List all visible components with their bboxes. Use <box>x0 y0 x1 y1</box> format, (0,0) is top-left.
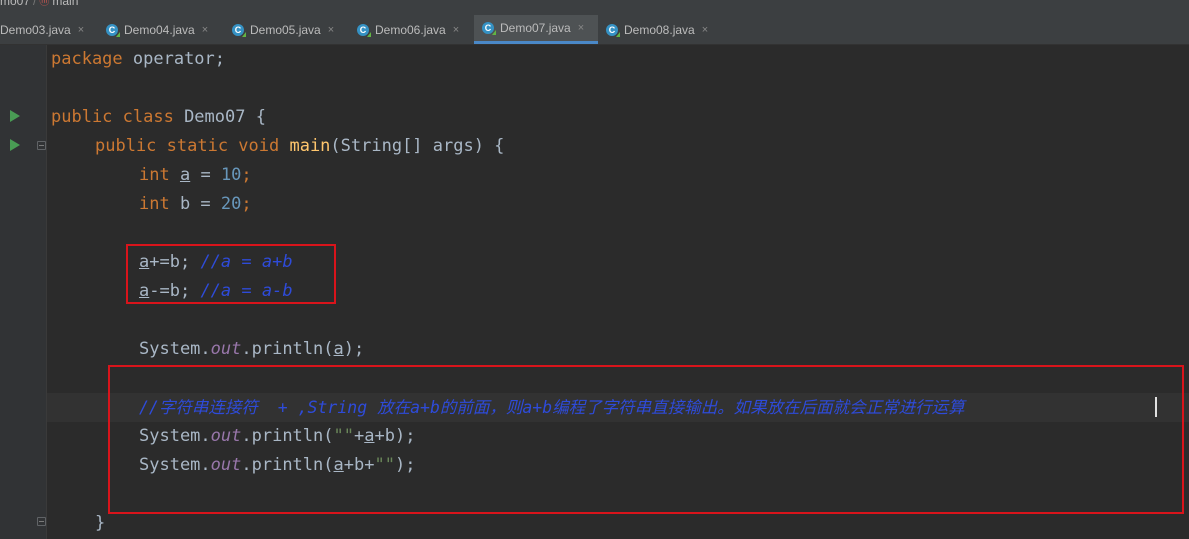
tab-demo05[interactable]: C Demo05.java × <box>224 15 349 44</box>
tab-label: Demo05.java <box>250 22 321 37</box>
code-line-11: System.out.println(a); <box>139 339 365 359</box>
breadcrumb-separator: / <box>33 0 37 8</box>
class-c-icon: C <box>357 23 371 37</box>
close-icon[interactable]: × <box>702 24 708 36</box>
class-c-icon: C <box>106 23 120 37</box>
code-line-5: int a = 10; <box>139 165 252 185</box>
code-line-17: } <box>95 513 106 533</box>
annotation-box-compound-assignment <box>126 244 336 304</box>
class-c-icon: C <box>482 22 496 35</box>
tab-demo03[interactable]: Demo03.java × <box>0 15 98 44</box>
code-line-4: public static void main(String[] args) { <box>95 136 505 156</box>
breadcrumb-project[interactable]: mo07 <box>0 0 30 8</box>
close-icon[interactable]: × <box>328 24 334 36</box>
annotation-box-string-concat <box>108 365 1184 514</box>
tab-label: Demo06.java <box>375 22 446 37</box>
close-icon[interactable]: × <box>578 22 584 34</box>
code-line-6: int b = 20; <box>139 194 252 214</box>
editor-tab-bar: Demo03.java × C Demo04.java × C Demo05.java ×… <box>0 15 1189 45</box>
tab-demo04[interactable]: C Demo04.java × <box>98 15 221 44</box>
class-c-icon: C <box>606 23 620 37</box>
breadcrumb-method[interactable]: main <box>52 0 78 8</box>
code-line-3: public class Demo07 { <box>51 107 266 127</box>
code-line-1: package operator; <box>51 49 226 69</box>
tab-label: Demo08.java <box>624 22 695 37</box>
method-icon: ⓜ <box>39 0 50 8</box>
tab-demo06[interactable]: C Demo06.java × <box>349 15 474 44</box>
tab-label: Demo04.java <box>124 22 195 37</box>
tab-demo08[interactable]: C Demo08.java × <box>598 15 724 44</box>
close-icon[interactable]: × <box>202 24 208 36</box>
class-c-icon: C <box>232 23 246 37</box>
breadcrumb: mo07/ⓜ main <box>0 0 1189 15</box>
close-icon[interactable]: × <box>453 24 459 36</box>
tab-label: Demo03.java <box>0 22 71 37</box>
tab-demo07[interactable]: C Demo07.java × <box>474 15 598 44</box>
close-icon[interactable]: × <box>78 24 84 36</box>
tab-label: Demo07.java <box>500 21 571 35</box>
